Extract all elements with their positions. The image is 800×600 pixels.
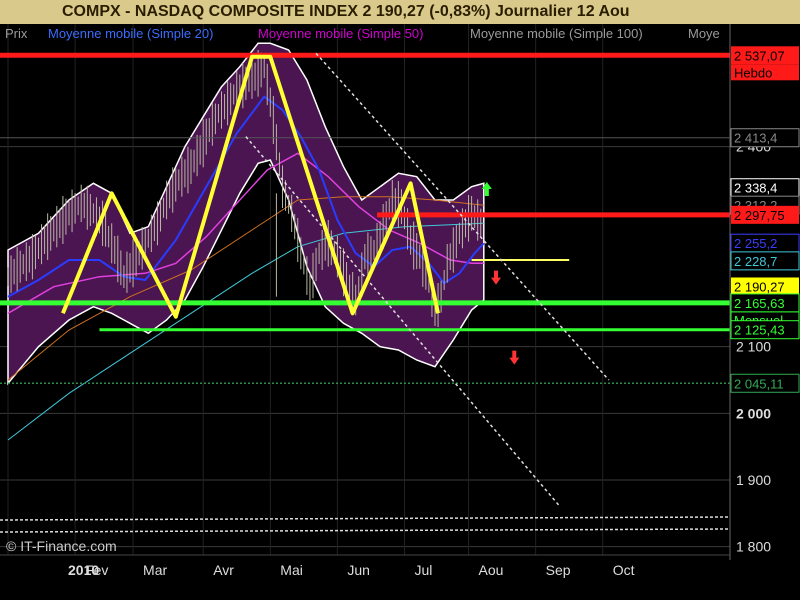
y-tick-label: 2 000 [736,405,771,421]
y-tick-label: 2 100 [736,339,771,355]
x-tick-label: Fev [85,562,108,578]
value-label: 2 537,07 [734,48,785,63]
value-label: 2 255,2 [734,236,777,251]
value-label: 2 125,43 [734,323,785,338]
price-chart: 2 4002 1002 0001 9001 8002010FevMarAvrMa… [0,24,800,578]
value-label: 2 413,4 [734,131,777,146]
y-tick-label: 1 900 [736,472,771,488]
value-sublabel: Hebdo [734,65,772,80]
value-label: 2 338,4 [734,181,777,196]
x-tick-label: Aou [479,562,504,578]
legend-item: Moyenne mobile (Simple 100) [470,26,643,41]
arrow-down-icon [491,270,501,285]
x-tick-label: Jul [415,562,433,578]
arrow-down-icon [509,350,520,365]
x-tick-label: Sep [546,562,571,578]
dotted-reference-line [0,528,731,533]
legend-item: Moye [688,26,720,41]
y-tick-label: 1 800 [736,539,771,555]
x-tick-label: Avr [213,562,234,578]
legend-item: Moyenne mobile (Simple 20) [48,26,213,41]
x-tick-label: Mar [143,562,167,578]
legend-item: Prix [5,26,28,41]
watermark: © IT-Finance.com [6,538,117,554]
value-label: 2 190,27 [734,279,785,294]
value-label: 2 165,63 [734,296,785,311]
value-label: 2 045,11 [734,376,784,391]
value-label: 2 297,75 [734,208,785,223]
x-tick-label: Mai [280,562,303,578]
x-tick-label: Oct [613,562,635,578]
legend-item: Moyenne mobile (Simple 50) [258,26,423,41]
dotted-reference-line [0,516,731,521]
value-label: 2 228,7 [734,254,777,269]
x-tick-label: Jun [347,562,370,578]
